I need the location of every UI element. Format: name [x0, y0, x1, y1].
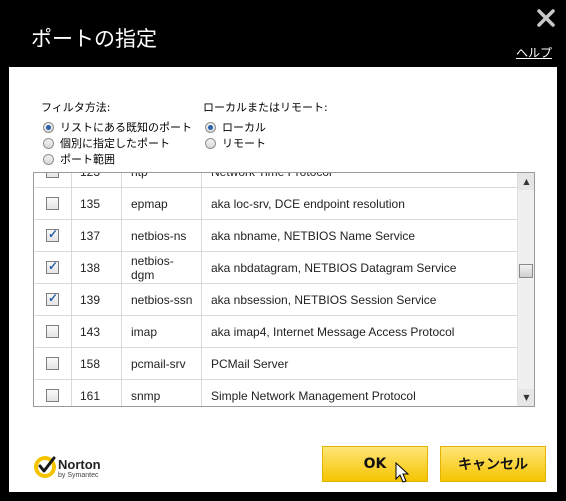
row-checkbox[interactable] [46, 389, 59, 402]
radio-icon[interactable] [43, 121, 54, 133]
port-service-name: netbios-dgm [123, 252, 202, 283]
row-checkbox[interactable] [46, 325, 59, 338]
brand-name: Norton [58, 457, 101, 472]
filter-option-known[interactable]: リストにある既知のポート [43, 120, 192, 134]
port-number: 123 [72, 173, 122, 187]
radio-icon[interactable] [43, 137, 54, 149]
port-service-name: imap [123, 316, 202, 347]
ok-button[interactable]: OK [322, 446, 428, 482]
row-checkbox[interactable] [46, 259, 59, 274]
port-description: Simple Network Management Protocol [211, 388, 416, 403]
filter-option-individual[interactable]: 個別に指定したポート [43, 136, 170, 150]
port-row[interactable]: 138netbios-dgm aka nbdatagram, NETBIOS Da… [34, 252, 517, 284]
cancel-button[interactable]: キャンセル [440, 446, 546, 482]
port-number: 158 [72, 348, 122, 379]
row-check-cell [34, 316, 72, 347]
port-row[interactable]: 123ntpNetwork Time Protocol [34, 173, 517, 188]
row-checkbox[interactable] [46, 291, 59, 306]
close-icon[interactable] [536, 8, 556, 28]
port-number: 135 [72, 188, 122, 219]
port-row[interactable]: 161 snmp Simple Network Management Protoco… [34, 380, 517, 406]
port-service-name: pcmail-srv [123, 348, 202, 379]
filter-option-label: 個別に指定したポート [60, 137, 170, 150]
row-checkbox[interactable] [46, 227, 59, 242]
port-service-name: netbios-ns [123, 220, 202, 251]
scope-option-label: リモート [222, 137, 266, 150]
port-list: 123ntpNetwork Time Protocol135epmapaka l… [33, 172, 535, 407]
port-service-name: snmp [123, 380, 202, 406]
port-description: PCMail Server [211, 356, 289, 371]
filter-option-range[interactable]: ポート範囲 [43, 152, 115, 166]
row-check-cell [34, 252, 72, 283]
port-row[interactable]: 158 pcmail-srv PCMail Server [34, 348, 517, 380]
scrollbar[interactable]: ▲ ▼ [517, 173, 534, 406]
port-row[interactable]: 143 imap aka imap4, Internet Message Acces… [34, 316, 517, 348]
port-number: 161 [72, 380, 122, 406]
scope-option-remote[interactable]: リモート [205, 136, 266, 150]
norton-check-icon [34, 456, 56, 478]
port-dialog: ポートの指定 ヘルプ フィルタ方法: リストにある既知のポート 個別に指定したポ… [0, 0, 566, 501]
scrollbar-thumb[interactable] [519, 264, 533, 278]
scope-label: ローカルまたはリモート: [203, 101, 328, 114]
scroll-down-icon[interactable]: ▼ [518, 389, 534, 406]
port-row[interactable]: 137netbios-ns aka nbname, NETBIOS Name Se… [34, 220, 517, 252]
scope-option-label: ローカル [222, 121, 266, 134]
filter-option-label: ポート範囲 [60, 153, 115, 166]
port-description: aka imap4, Internet Message Access Proto… [211, 324, 455, 339]
port-number: 138 [72, 252, 122, 283]
port-number: 139 [72, 284, 122, 315]
row-checkbox[interactable] [46, 173, 59, 178]
port-description: aka nbname, NETBIOS Name Service [211, 228, 416, 243]
port-service-name: netbios-ssn [123, 284, 202, 315]
brand-sub: by Symantec [58, 472, 99, 479]
radio-icon[interactable] [205, 137, 216, 149]
port-row[interactable]: 139netbios-ssn aka nbsession, NETBIOS Ses… [34, 284, 517, 316]
filter-option-label: リストにある既知のポート [60, 121, 192, 134]
row-check-cell [34, 380, 72, 406]
row-check-cell [34, 220, 72, 251]
scroll-up-icon[interactable]: ▲ [518, 173, 534, 190]
mouse-cursor-icon [395, 462, 410, 483]
row-checkbox[interactable] [46, 357, 59, 370]
port-service-name: epmap [123, 188, 202, 219]
row-check-cell [34, 173, 72, 187]
port-service-name: ntp [123, 173, 202, 187]
radio-icon[interactable] [43, 153, 54, 165]
port-row[interactable]: 135 epmap aka loc-srv, DCE endpoint resolu… [34, 188, 517, 220]
filter-label: フィルタ方法: [41, 101, 111, 114]
scope-option-local[interactable]: ローカル [205, 120, 266, 134]
port-description: Network Time Protocol [203, 173, 332, 187]
help-link[interactable]: ヘルプ [516, 44, 552, 61]
port-number: 143 [72, 316, 122, 347]
port-description: aka nbdatagram, NETBIOS Datagram Service [211, 260, 457, 275]
port-description: aka nbsession, NETBIOS Session Service [211, 292, 437, 307]
dialog-title: ポートの指定 [31, 27, 157, 51]
port-description: aka loc-srv, DCE endpoint resolution [211, 196, 405, 211]
row-check-cell [34, 188, 72, 219]
port-number: 137 [72, 220, 122, 251]
row-check-cell [34, 284, 72, 315]
port-rows: 123ntpNetwork Time Protocol135epmapaka l… [34, 173, 517, 406]
row-checkbox[interactable] [46, 197, 59, 210]
row-check-cell [34, 348, 72, 379]
radio-icon[interactable] [205, 121, 216, 133]
